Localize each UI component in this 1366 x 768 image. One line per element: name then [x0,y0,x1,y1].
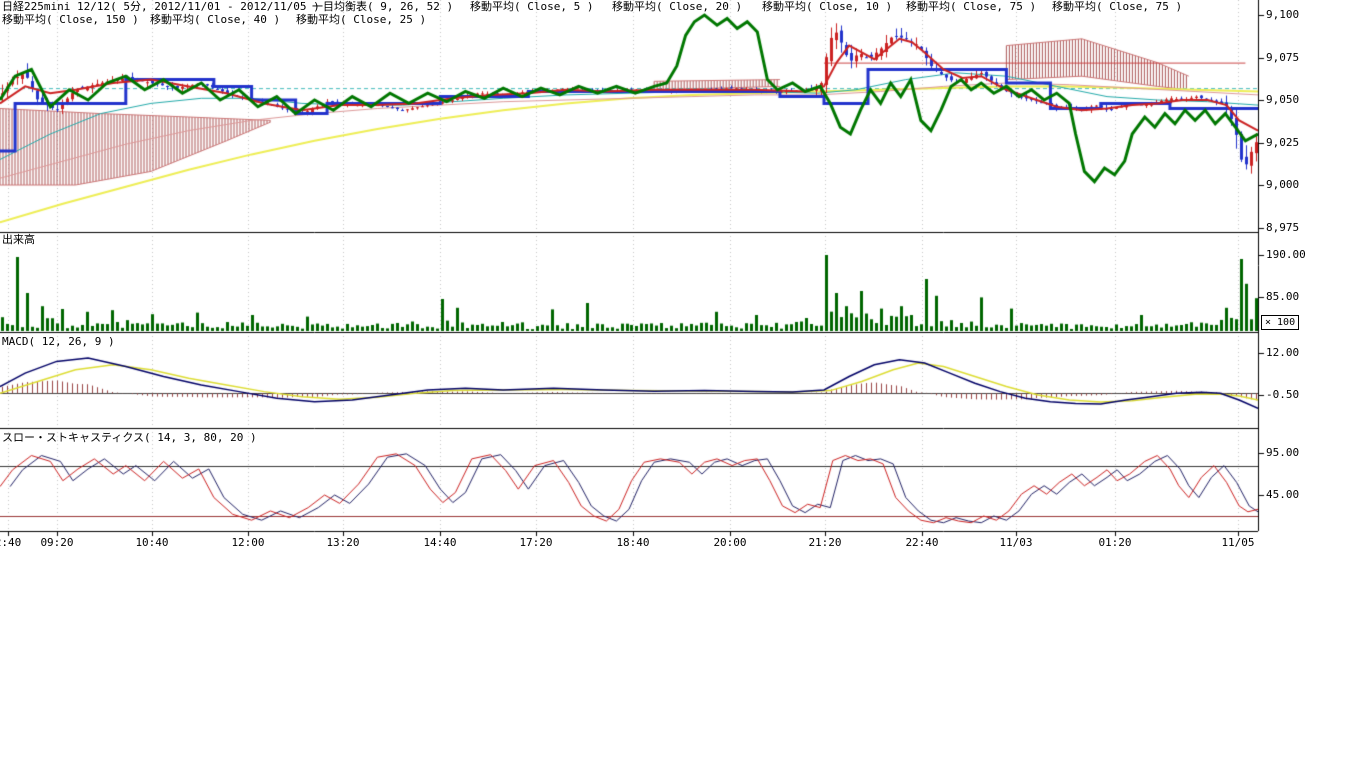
header-indicator-label: 日経225mini 12/12( 5分, 2012/11/01 - 2012/1… [2,1,320,13]
x-axis-label: 2:40 [0,537,21,549]
header-indicator-label: 一目均衡表( 9, 26, 52 ) [312,1,453,13]
header-indicator-label: 移動平均( Close, 25 ) [296,14,426,26]
x-axis-label: 17:20 [519,537,552,549]
chart-app: 日経225mini 12/12( 5分, 2012/11/01 - 2012/1… [0,0,1366,768]
y-axis-label-macd: 12.00 [1266,347,1299,359]
header-indicator-label: 移動平均( Close, 20 ) [612,1,742,13]
x-axis-label: 21:20 [808,537,841,549]
x-axis-label: 09:20 [40,537,73,549]
y-axis-label-price: 8,975 [1266,222,1299,234]
y-axis-label-price: 9,000 [1266,179,1299,191]
y-axis-label-price: 9,025 [1266,137,1299,149]
header-indicator-label: 移動平均( Close, 5 ) [470,1,593,13]
header-indicator-label: 移動平均( Close, 10 ) [762,1,892,13]
x-axis-label: 20:00 [713,537,746,549]
volume-scale-badge: × 100 [1261,315,1299,330]
y-axis-label-volume: 85.00 [1266,291,1299,303]
panel-title-label: MACD( 12, 26, 9 ) [2,336,115,348]
header-indicator-label: 移動平均( Close, 75 ) [906,1,1036,13]
y-axis-label-stoch: 45.00 [1266,489,1299,501]
header-indicator-label: 移動平均( Close, 75 ) [1052,1,1182,13]
header-indicator-label: 移動平均( Close, 40 ) [150,14,280,26]
y-axis-label-macd: -0.50 [1266,389,1299,401]
y-axis-label-price: 9,100 [1266,9,1299,21]
y-axis-label-stoch: 95.00 [1266,447,1299,459]
y-axis-label-price: 9,075 [1266,52,1299,64]
x-axis-label: 01:20 [1098,537,1131,549]
y-axis-label-volume: 190.00 [1266,249,1306,261]
x-axis-label: 22:40 [905,537,938,549]
x-axis-label: 14:40 [423,537,456,549]
x-axis-label: 12:00 [231,537,264,549]
header-indicator-label: 移動平均( Close, 150 ) [2,14,139,26]
panel-title-label: スロー・ストキャスティクス( 14, 3, 80, 20 ) [2,432,257,444]
x-axis-label: 11/05 [1221,537,1254,549]
panel-title-label: 出来高 [2,234,35,246]
price-chart-canvas[interactable] [0,0,1366,560]
y-axis-label-price: 9,050 [1266,94,1299,106]
x-axis-label: 13:20 [326,537,359,549]
x-axis-label: 18:40 [616,537,649,549]
x-axis-label: 11/03 [999,537,1032,549]
x-axis-label: 10:40 [135,537,168,549]
